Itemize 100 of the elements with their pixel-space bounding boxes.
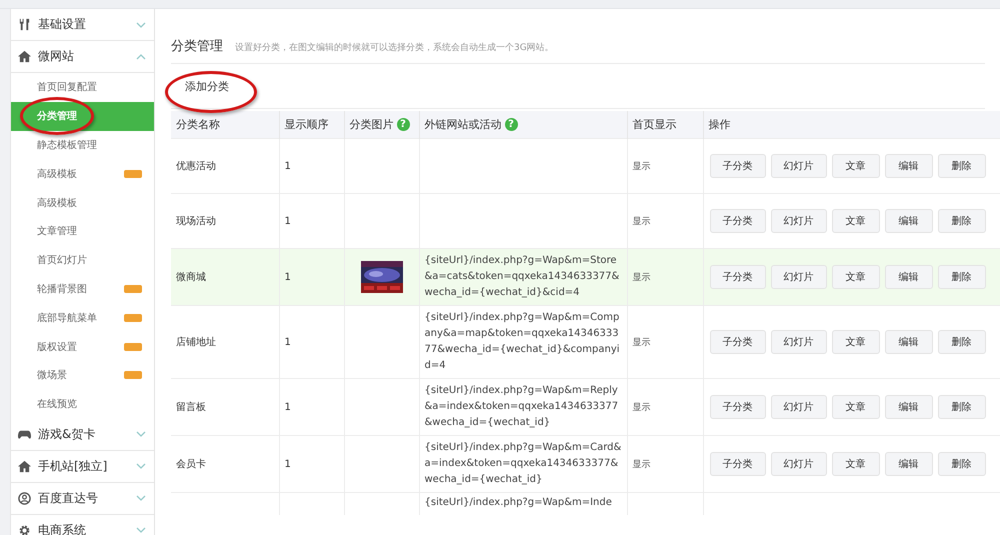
sidebar-group[interactable]: 百度直达号	[11, 482, 154, 515]
sidebar-item[interactable]: 文章管理	[11, 216, 154, 246]
sidebar-item[interactable]: 底部导航菜单	[11, 303, 154, 332]
sidebar-group[interactable]: 手机站[独立]	[11, 450, 154, 483]
order-value: 1	[284, 402, 291, 412]
sidebar-item[interactable]: 首页幻灯片	[11, 246, 154, 275]
sidebar-item[interactable]: 微场景	[11, 360, 154, 390]
column-header: 操作	[703, 111, 1000, 138]
action-button[interactable]: 幻灯片	[770, 265, 826, 289]
sidebar-item[interactable]: 版权设置	[11, 332, 154, 361]
action-button[interactable]: 删除	[938, 395, 986, 419]
link-url: {siteUrl}/index.php?g=Wap&m=Inde	[424, 497, 612, 508]
column-header: 外链网站或活动 ?	[419, 111, 627, 138]
group-label: 微网站	[38, 48, 75, 65]
action-button[interactable]: 删除	[938, 265, 986, 289]
action-button[interactable]: 编辑	[884, 265, 932, 289]
action-button[interactable]: 子分类	[710, 452, 766, 476]
order-value: 1	[284, 216, 291, 226]
home-display: 显示	[632, 272, 650, 282]
order-value: 1	[284, 160, 291, 172]
sidebar-item[interactable]: 首页回复配置	[11, 73, 154, 102]
action-button[interactable]: 子分类	[710, 395, 766, 419]
sidebar-group[interactable]: 基础设置	[11, 9, 154, 41]
action-button[interactable]: 子分类	[710, 209, 766, 233]
chevron-down-icon	[136, 431, 146, 438]
group-label: 百度直达号	[38, 490, 99, 507]
action-button[interactable]: 编辑	[884, 395, 932, 419]
page-subtitle: 设置好分类，在图文编辑的时候就可以选择分类，系统会自动生成一个3G网站。	[235, 42, 554, 54]
action-button[interactable]: 幻灯片	[770, 154, 826, 178]
sidebar-item[interactable]: 轮播背景图	[11, 274, 154, 304]
home-display: 显示	[632, 162, 650, 172]
chevron-up-icon	[136, 54, 146, 60]
group-label: 电商系统	[38, 522, 87, 535]
sidebar-group[interactable]: 电商系统	[11, 514, 154, 535]
table-row[interactable]: 微商城 1 {siteUrl}/index.php?g=Wap&m=Store&a=cats&token=qqxeka1434633377&wecha_id={wechat_id}&cid=4 显示 子分类 幻灯片 文章 编辑 删除	[171, 248, 1000, 306]
action-button[interactable]: 幻灯片	[770, 209, 826, 233]
action-button[interactable]: 删除	[938, 209, 986, 233]
column-header: 显示顺序	[279, 111, 344, 138]
home-display: 显示	[632, 216, 650, 226]
column-header: 分类图片 ?	[344, 111, 419, 138]
order-value: 1	[284, 458, 291, 470]
sidebar-item[interactable]: 在线预览	[11, 390, 154, 419]
category-name: 微商城	[176, 272, 206, 283]
table-row[interactable]: {siteUrl}/index.php?g=Wap&m=Inde	[171, 492, 1000, 515]
action-button[interactable]: 编辑	[884, 330, 932, 354]
home-display: 显示	[632, 338, 650, 348]
action-button[interactable]: 删除	[938, 330, 986, 354]
category-name: 留言板	[176, 402, 206, 413]
category-name: 现场活动	[176, 216, 216, 227]
order-value: 1	[284, 272, 291, 282]
action-button[interactable]: 幻灯片	[770, 395, 826, 419]
sidebar-item[interactable]: 高级模板	[11, 159, 154, 188]
home-display: 显示	[632, 402, 650, 412]
link-url: {siteUrl}/index.php?g=Wap&m=Reply&a=index&token=qqxeka1434633377&wecha_id={wechat_id}	[424, 385, 618, 428]
action-button[interactable]: 子分类	[710, 330, 766, 354]
category-name: 店铺地址	[176, 337, 216, 348]
page-title: 分类管理	[171, 38, 223, 55]
order-value: 1	[284, 336, 291, 348]
action-button[interactable]: 编辑	[884, 154, 932, 178]
link-url: {siteUrl}/index.php?g=Wap&m=Card&a=index&token=qqxeka1434633377&wecha_id={wechat_id}	[424, 442, 622, 485]
table-row[interactable]: 优惠活动 1 显示 子分类 幻灯片 文章 编辑 删除	[171, 138, 1000, 194]
tools-icon	[18, 18, 31, 31]
table-row[interactable]: 留言板 1 {siteUrl}/index.php?g=Wap&m=Reply&a=index&token=qqxeka1434633377&wecha_id={wechat_id} 显示 子分类 幻灯片 文章 编辑 删除	[171, 378, 1000, 436]
action-button[interactable]: 文章	[832, 265, 880, 289]
chevron-down-icon	[136, 22, 146, 28]
sidebar-item[interactable]: 静态模板管理	[11, 130, 154, 160]
action-button[interactable]: 文章	[832, 330, 880, 354]
home-display: 显示	[632, 460, 650, 470]
sidebar-item[interactable]: 高级模板	[11, 188, 154, 217]
sidebar-group[interactable]: 游戏&贺卡	[11, 418, 154, 451]
column-header: 首页显示	[627, 111, 703, 138]
gear-icon	[18, 524, 31, 535]
action-button[interactable]: 删除	[938, 452, 986, 476]
action-button[interactable]: 幻灯片	[770, 330, 826, 354]
link-url: {siteUrl}/index.php?g=Wap&m=Company&a=map&token=qqxeka1434633377&wecha_id={wechat_id}&companyid=4	[424, 312, 620, 371]
action-button[interactable]: 文章	[832, 154, 880, 178]
category-name: 优惠活动	[176, 161, 216, 172]
table-row[interactable]: 店铺地址 1 {siteUrl}/index.php?g=Wap&m=Company&a=map&token=qqxeka1434633377&wecha_id={wechat_id}&companyid=4 显示 子分类 幻灯片 文章 编辑 删除	[171, 306, 1000, 378]
action-button[interactable]: 编辑	[884, 209, 932, 233]
column-header: 分类名称	[171, 111, 279, 138]
action-button[interactable]: 幻灯片	[770, 452, 826, 476]
action-button[interactable]: 删除	[938, 154, 986, 178]
user-icon	[18, 492, 31, 505]
action-button[interactable]: 文章	[832, 452, 880, 476]
chevron-down-icon	[136, 495, 146, 502]
home-icon	[18, 460, 31, 473]
link-url: {siteUrl}/index.php?g=Wap&m=Store&a=cats&token=qqxeka1434633377&wecha_id={wechat_id}&cid=4	[424, 255, 620, 298]
sidebar-group[interactable]: 微网站	[11, 41, 154, 73]
action-button[interactable]: 文章	[832, 209, 880, 233]
chevron-down-icon	[136, 527, 146, 534]
group-label: 基础设置	[38, 16, 87, 33]
action-button[interactable]: 文章	[832, 395, 880, 419]
action-button[interactable]: 子分类	[710, 154, 766, 178]
chevron-down-icon	[136, 463, 146, 470]
action-button[interactable]: 编辑	[884, 452, 932, 476]
group-label: 游戏&贺卡	[38, 426, 96, 443]
action-button[interactable]: 子分类	[710, 265, 766, 289]
group-label: 手机站[独立]	[38, 458, 108, 475]
home-icon	[18, 50, 31, 63]
table-row[interactable]: 会员卡 1 {siteUrl}/index.php?g=Wap&m=Card&a=index&token=qqxeka1434633377&wecha_id={wechat_id} 显示 子分类 幻灯片 文章 编辑 删除	[171, 436, 1000, 492]
